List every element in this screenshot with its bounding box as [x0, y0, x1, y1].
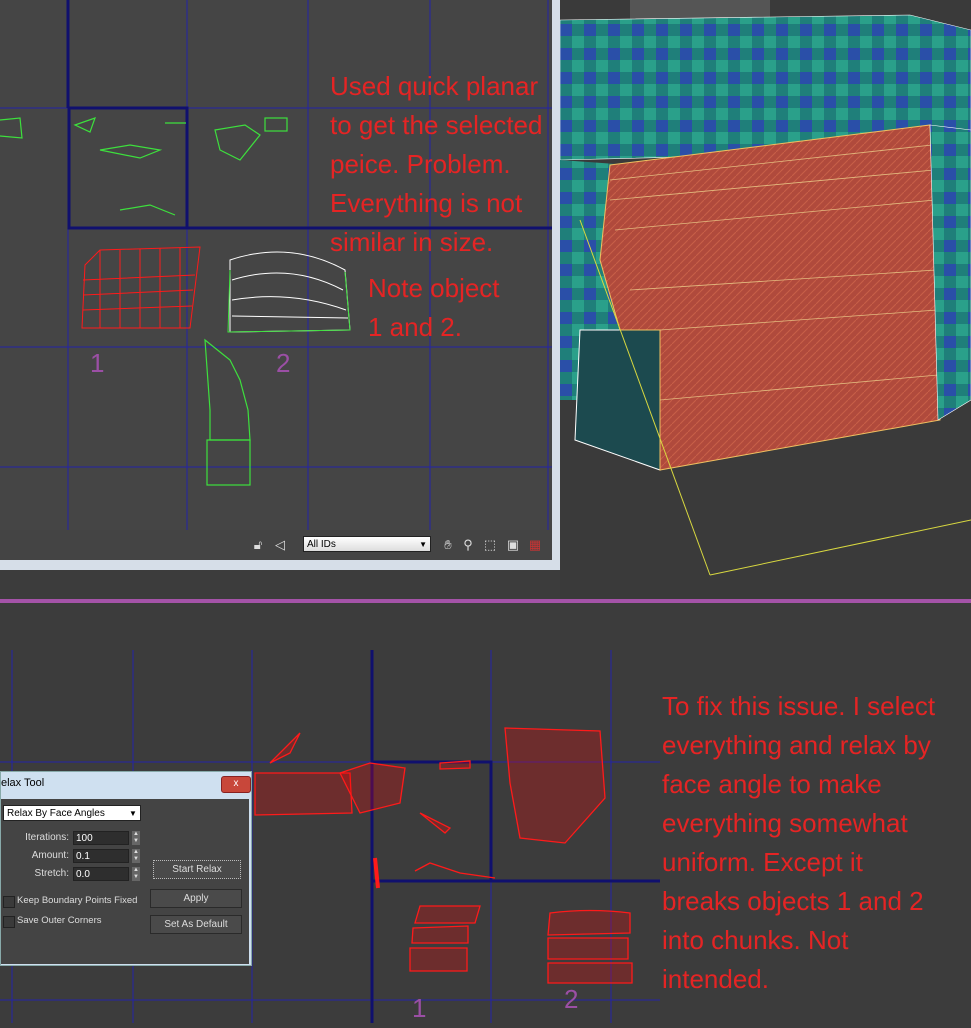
iterations-label: Iterations:: [25, 832, 69, 843]
window-border: [0, 560, 560, 570]
save-outer-corners-label: Save Outer Corners: [17, 915, 102, 926]
chevron-down-icon: ▼: [419, 540, 427, 549]
stretch-spinner[interactable]: ▲ ▼: [132, 867, 140, 881]
window-border: [552, 0, 560, 570]
object-label-1: 1: [412, 993, 427, 1023]
object-label-2: 2: [276, 348, 291, 378]
model-render: [559, 0, 971, 576]
stretch-label: Stretch:: [34, 868, 69, 879]
zoom-region-icon[interactable]: ⬚: [482, 537, 498, 553]
uv-toolbar: 🔓︎ ◁ ✋︎ ⚲ ⬚ ▣ ▦: [0, 530, 552, 560]
id-filter-select[interactable]: All IDs ▼: [303, 536, 431, 552]
uv-canvas-top[interactable]: Used quick planar to get the selected pe…: [0, 0, 552, 530]
keep-boundary-label: Keep Boundary Points Fixed: [17, 895, 138, 906]
apply-button[interactable]: Apply: [150, 889, 242, 908]
uv-shell-1: [81, 246, 201, 329]
dialog-title: elax Tool: [1, 777, 45, 789]
save-outer-corners-checkbox[interactable]: [3, 916, 15, 928]
lock-icon[interactable]: 🔓︎: [250, 537, 266, 553]
uv-editor-top: Used quick planar to get the selected pe…: [0, 0, 560, 570]
uv-shell-2: [229, 251, 351, 333]
relax-mode-value: Relax By Face Angles: [7, 808, 105, 819]
pan-hand-icon[interactable]: ✋︎: [440, 537, 456, 553]
close-icon: x: [233, 778, 239, 789]
keep-boundary-checkbox[interactable]: [3, 896, 15, 908]
annotation-note: Note object 1 and 2.: [368, 273, 500, 342]
close-button[interactable]: x: [221, 776, 251, 793]
annotation-bottom: To fix this issue. I select everything a…: [662, 691, 936, 994]
relax-mode-select[interactable]: Relax By Face Angles ▼: [3, 805, 141, 821]
dialog-body: Relax By Face Angles ▼ Iterations: 100 ▲ ▼…: [1, 799, 249, 964]
iterations-input[interactable]: 100: [73, 831, 129, 845]
grid-snap-icon[interactable]: ▦: [527, 537, 543, 553]
relax-tool-dialog: elax Tool x Relax By Face Angles ▼ Iterat…: [0, 771, 252, 966]
relaxed-uv-shells: [254, 727, 633, 984]
set-as-default-button[interactable]: Set As Default: [150, 915, 242, 934]
viewport-3d[interactable]: [559, 0, 971, 600]
amount-input[interactable]: 0.1: [73, 849, 129, 863]
paint-select-icon[interactable]: ◁: [272, 537, 288, 553]
zoom-extents-icon[interactable]: ▣: [505, 537, 521, 553]
object-label-2: 2: [564, 984, 579, 1014]
amount-spinner[interactable]: ▲ ▼: [132, 849, 140, 863]
zoom-icon[interactable]: ⚲: [460, 537, 476, 553]
iterations-spinner[interactable]: ▲ ▼: [132, 831, 140, 845]
stretch-input[interactable]: 0.0: [73, 867, 129, 881]
id-filter-value: All IDs: [307, 539, 336, 550]
chevron-down-icon: ▼: [127, 806, 139, 820]
annotation-top: Used quick planar to get the selected pe…: [330, 71, 543, 257]
uv-shells-unselected: [0, 117, 288, 486]
start-relax-button[interactable]: Start Relax: [153, 860, 241, 879]
amount-label: Amount:: [31, 850, 69, 861]
object-label-1: 1: [90, 348, 105, 378]
